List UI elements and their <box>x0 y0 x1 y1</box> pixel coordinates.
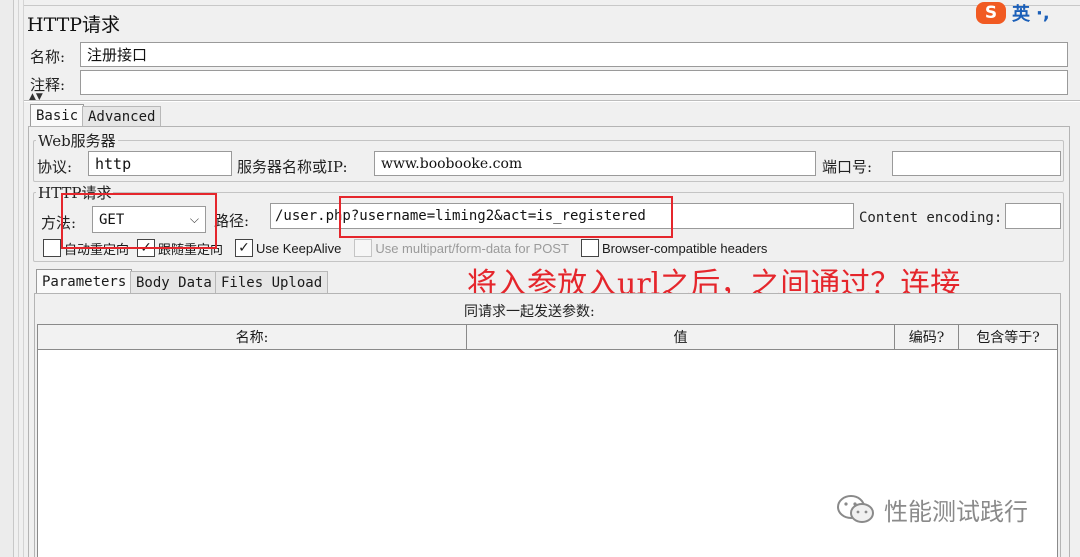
params-caption: 同请求一起发送参数: <box>464 304 595 320</box>
web-server-legend: Web服务器 <box>36 130 118 151</box>
keepalive-checkbox[interactable]: ✓ <box>235 239 254 257</box>
multipart-checkbox[interactable] <box>354 239 373 257</box>
tab-parameters[interactable]: Parameters <box>36 269 133 293</box>
section-divider <box>24 100 1080 102</box>
name-label: 名称: <box>30 48 66 66</box>
browser-headers-checkbox[interactable] <box>580 239 599 257</box>
server-label: 服务器名称或IP: <box>237 158 348 176</box>
port-label: 端口号: <box>822 158 873 176</box>
server-field[interactable]: www.boobooke.com <box>374 151 816 176</box>
sogou-logo-icon: S <box>976 2 1006 24</box>
tab-basic[interactable]: Basic <box>30 104 85 126</box>
checkmark-icon: ✓ <box>238 240 250 256</box>
browser-headers-label: Browser-compatible headers <box>601 240 768 256</box>
column-header-value[interactable]: 值 <box>467 325 895 349</box>
auto-redirect-checkbox[interactable] <box>43 239 61 257</box>
keepalive-label: Use KeepAlive <box>256 240 342 256</box>
ime-indicator[interactable]: S 英 ·, <box>976 0 1080 26</box>
left-frame-strip <box>0 0 14 557</box>
column-header-name[interactable]: 名称: <box>38 325 467 349</box>
watermark: 性能测试践行 <box>836 492 1028 527</box>
column-header-encode[interactable]: 编码? <box>895 325 959 349</box>
page-title: HTTP请求 <box>27 14 121 36</box>
top-frame-line <box>24 0 1080 6</box>
query-highlight-box <box>339 196 673 238</box>
tab-files-upload[interactable]: Files Upload <box>215 271 329 293</box>
tab-body-data[interactable]: Body Data <box>130 271 218 293</box>
wechat-icon <box>837 494 874 523</box>
ime-language-label: 英 <box>1012 4 1030 25</box>
method-highlight-box <box>61 193 217 249</box>
port-field[interactable] <box>892 151 1061 176</box>
protocol-field[interactable]: http <box>88 151 232 176</box>
left-splitter[interactable] <box>18 0 24 557</box>
multipart-label: Use multipart/form-data for POST <box>375 240 569 256</box>
tab-advanced[interactable]: Advanced <box>82 106 162 126</box>
params-table-header: 名称: 值 编码? 包含等于? <box>37 324 1058 350</box>
protocol-label: 协议: <box>37 158 73 176</box>
column-header-include-equals[interactable]: 包含等于? <box>959 325 1057 349</box>
encoding-field[interactable] <box>1005 203 1061 229</box>
path-label: 路径: <box>214 212 250 230</box>
encoding-label: Content encoding: <box>859 210 1003 226</box>
watermark-text: 性能测试践行 <box>884 498 1028 526</box>
ime-punct-label: ·, <box>1036 2 1050 24</box>
name-field[interactable]: 注册接口 <box>80 42 1068 67</box>
comment-field[interactable] <box>80 70 1068 95</box>
